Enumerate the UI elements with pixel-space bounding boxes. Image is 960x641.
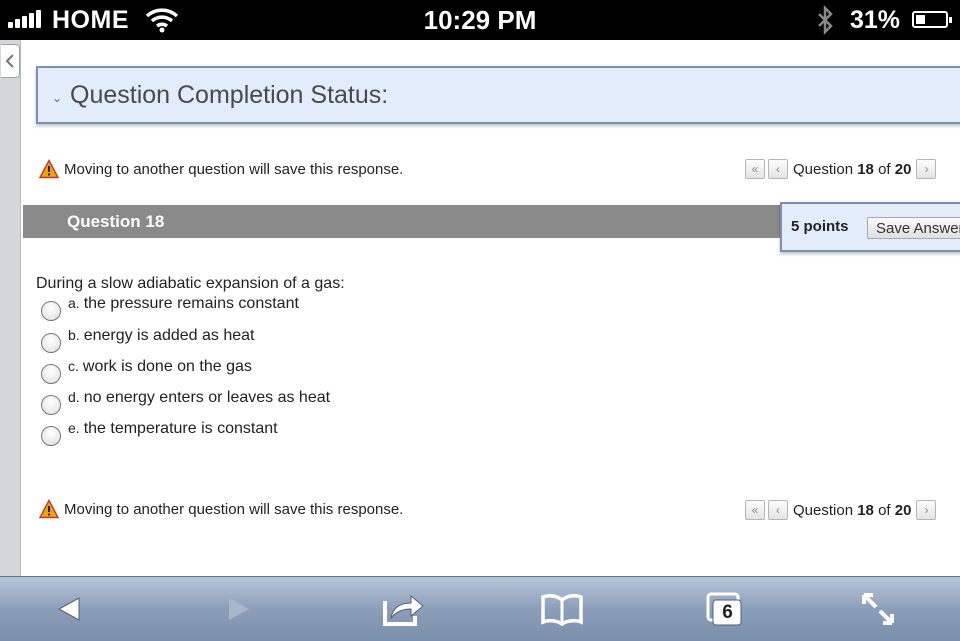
answer-option-b[interactable]: b. energy is added as heat <box>41 327 254 353</box>
chevron-left-icon <box>5 54 14 68</box>
save-answer-button[interactable]: Save Answer <box>867 217 960 239</box>
option-text: work is done on the gas <box>82 358 252 375</box>
battery-percent: 31% <box>850 6 901 34</box>
share-icon <box>383 594 424 626</box>
tabs-button[interactable]: 6 <box>692 577 756 641</box>
question-position: Question 18 of 20 <box>793 160 912 178</box>
warning-icon <box>39 499 59 519</box>
answer-option-a[interactable]: a. the pressure remains constant <box>41 295 299 321</box>
first-question-button[interactable]: « <box>745 159 765 179</box>
question-completion-status-panel[interactable]: ⌄ Question Completion Status: <box>36 66 960 124</box>
points-panel: 5 points Save Answer <box>780 202 960 252</box>
save-warning-bottom: Moving to another question will save thi… <box>39 499 403 519</box>
bookmarks-icon <box>541 594 583 626</box>
forward-button[interactable] <box>208 577 268 641</box>
fullscreen-button[interactable] <box>846 577 910 641</box>
battery-icon <box>912 11 952 28</box>
page-content: ⌄ Question Completion Status: Moving to … <box>21 40 960 576</box>
question-position: Question 18 of 20 <box>793 501 912 519</box>
back-tab-button[interactable] <box>1 44 20 78</box>
browser-side-strip <box>0 40 21 576</box>
option-text: the temperature is constant <box>83 420 278 437</box>
radio-button[interactable] <box>41 301 61 321</box>
bluetooth-icon <box>818 5 833 35</box>
bookmarks-button[interactable] <box>530 577 594 641</box>
status-bar: HOME 10:29 PM 31% <box>0 0 960 40</box>
tabs-count: 6 <box>722 602 733 623</box>
chevron-down-icon: ⌄ <box>52 91 63 105</box>
fullscreen-icon <box>862 593 894 625</box>
share-button[interactable] <box>372 577 436 641</box>
option-letter: a. <box>68 295 80 311</box>
battery-level <box>916 15 925 24</box>
back-button[interactable] <box>40 577 100 641</box>
question-text: During a slow adiabatic expansion of a g… <box>36 275 345 292</box>
radio-button[interactable] <box>41 364 61 384</box>
completion-status-title: Question Completion Status: <box>70 81 389 109</box>
browser-toolbar: 6 <box>0 576 960 641</box>
option-letter: d. <box>68 389 80 405</box>
answer-option-c[interactable]: c. work is done on the gas <box>41 358 252 384</box>
save-warning-text: Moving to another question will save thi… <box>64 160 404 178</box>
answer-option-d[interactable]: d. no energy enters or leaves as heat <box>41 389 330 415</box>
question-navigation-bottom: « ‹ Question 18 of 20 › <box>745 500 939 520</box>
warning-icon <box>39 159 59 179</box>
previous-question-button[interactable]: ‹ <box>768 159 788 179</box>
next-question-button[interactable]: › <box>916 159 937 179</box>
option-text: no energy enters or leaves as heat <box>83 389 331 406</box>
radio-button[interactable] <box>41 333 61 353</box>
option-letter: b. <box>68 327 80 343</box>
question-navigation-top: « ‹ Question 18 of 20 › <box>745 159 939 179</box>
option-text: the pressure remains constant <box>83 295 299 312</box>
forward-arrow-icon <box>229 598 249 620</box>
option-text: energy is added as heat <box>83 327 255 344</box>
radio-button[interactable] <box>41 426 61 446</box>
radio-button[interactable] <box>41 395 61 415</box>
previous-question-button[interactable]: ‹ <box>768 500 788 520</box>
save-warning-text: Moving to another question will save thi… <box>64 500 404 518</box>
points-value: 5 points <box>791 218 849 235</box>
back-arrow-icon <box>57 597 80 621</box>
option-letter: c. <box>68 358 79 374</box>
answer-option-e[interactable]: e. the temperature is constant <box>41 420 278 446</box>
save-warning-top: Moving to another question will save thi… <box>39 159 403 179</box>
first-question-button[interactable]: « <box>745 500 765 520</box>
question-title: Question 18 <box>67 212 165 231</box>
option-letter: e. <box>68 420 80 436</box>
next-question-button[interactable]: › <box>916 500 937 520</box>
